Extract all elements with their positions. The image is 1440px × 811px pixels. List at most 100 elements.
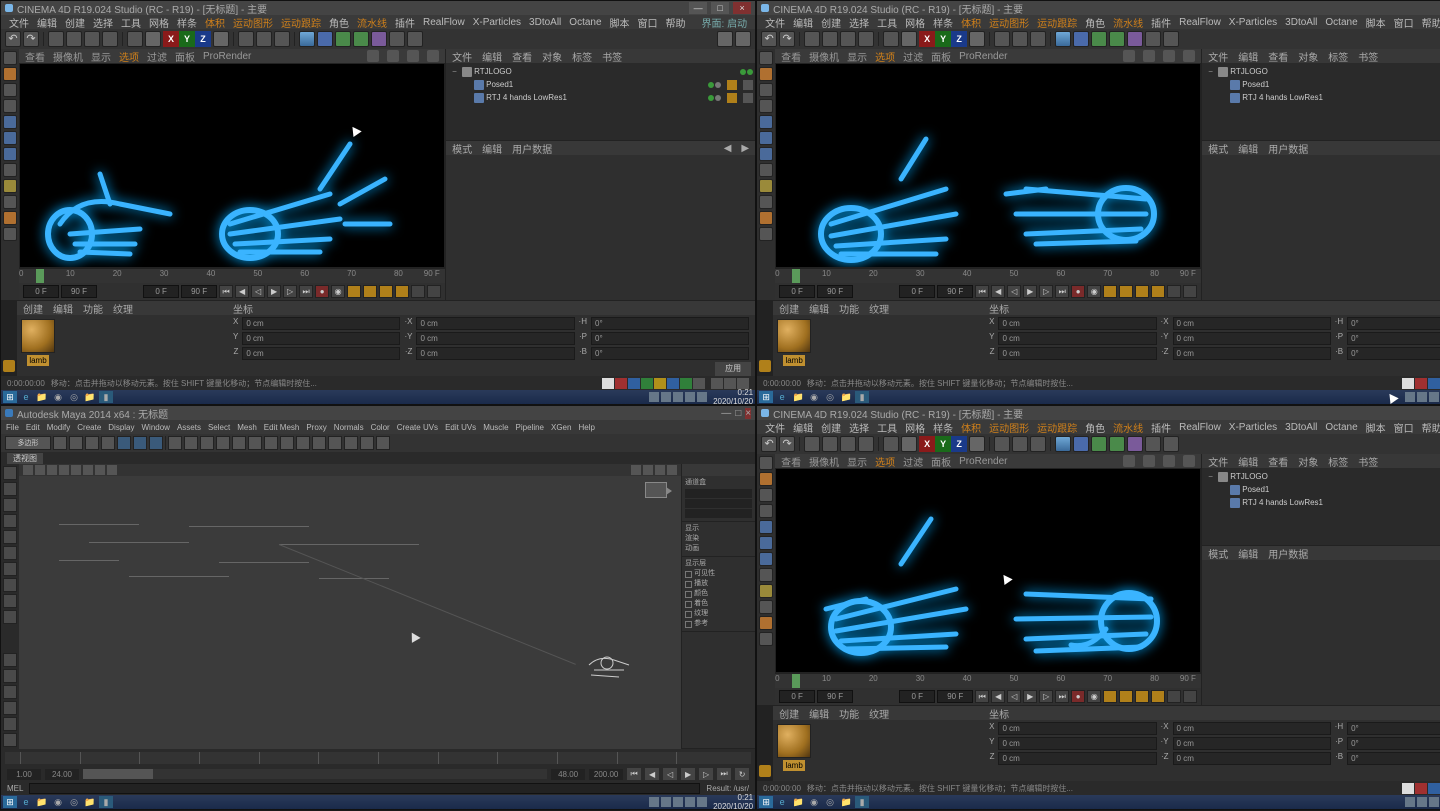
coordinates-manager[interactable]: 坐标 X0 cm ·X0 cm ·H0° Y0 cm ·Y0 cm ·P0° Z… <box>227 301 755 376</box>
scale-tool[interactable] <box>84 31 100 47</box>
menu-pipeline[interactable]: 流水线 <box>357 15 387 30</box>
titlebar[interactable]: CINEMA 4D R19.024 Studio (RC - R19) - [无… <box>1 1 755 15</box>
frame-end2[interactable]: 90 F <box>181 285 217 298</box>
timeline-opts[interactable] <box>427 285 441 298</box>
toolbox[interactable] <box>1 464 19 749</box>
phong-tag-icon[interactable] <box>743 80 753 90</box>
task-folder2[interactable]: 📁 <box>83 391 97 403</box>
vp-camera[interactable]: 摄像机 <box>53 49 83 64</box>
titlebar[interactable]: CINEMA 4D R19.024 Studio (RC - R19) - [无… <box>757 1 1440 15</box>
menu-script[interactable]: 脚本 <box>610 15 630 30</box>
viewport[interactable] <box>19 464 681 749</box>
maximize-button[interactable]: □ <box>711 2 729 14</box>
tree-row-hands[interactable]: RTJ 4 hands LowRes1 <box>448 91 753 104</box>
menu-realflow[interactable]: RealFlow <box>423 17 465 28</box>
workplane-snap[interactable] <box>3 195 17 209</box>
axis-z[interactable]: Z <box>195 31 211 47</box>
start-button[interactable]: ⊞ <box>3 391 17 403</box>
main-menu[interactable]: 文件编辑 创建选择 工具网格 样条体积 运动图形运动跟踪 角色流水线 插件Rea… <box>757 15 1440 29</box>
main-toolbar[interactable]: X Y Z <box>1 29 755 49</box>
attr-nav-back[interactable]: ◀ <box>724 143 732 154</box>
layout-menu[interactable]: 界面: 启动 <box>702 15 748 30</box>
vp-nav-2[interactable] <box>387 50 399 62</box>
render-settings[interactable] <box>274 31 290 47</box>
vp-nav-4[interactable] <box>427 50 439 62</box>
timeline-ruler[interactable]: 0 10 20 30 40 50 60 70 80 90 F <box>19 268 445 283</box>
record-key[interactable]: ● <box>315 285 329 298</box>
frame-current[interactable]: 0 F <box>143 285 179 298</box>
panel-toolbar[interactable] <box>19 464 681 476</box>
mode-toolbar[interactable] <box>757 49 775 300</box>
playhead[interactable] <box>36 269 44 283</box>
viewport[interactable] <box>775 63 1201 268</box>
point-mode[interactable] <box>3 115 17 129</box>
add-generator[interactable] <box>335 31 351 47</box>
titlebar[interactable]: CINEMA 4D R19.024 Studio (RC - R19) - [无… <box>757 406 1440 420</box>
make-editable[interactable] <box>3 51 17 65</box>
menu-octane[interactable]: Octane <box>569 17 601 28</box>
taskbar[interactable]: ⊞ e📁◉ ◎📁▮ 0:21 2020/10/20 <box>757 390 1440 404</box>
add-camera[interactable] <box>389 31 405 47</box>
phong-tag-icon[interactable] <box>743 93 753 103</box>
key-pla[interactable] <box>411 285 425 298</box>
time-slider[interactable] <box>1 749 755 767</box>
transport-bar[interactable]: 0 F 90 F 0 F 90 F ⏮◀◁ ▶▷⏭ ●◉ <box>775 283 1201 300</box>
viewport[interactable] <box>775 468 1201 673</box>
channel-box[interactable]: 通道盒 显示 渲染 动画 显示层 可见性 播放 颜色 着色 纹理 参考 <box>681 464 755 749</box>
apply-button[interactable]: 应用 <box>715 362 751 376</box>
render-view[interactable] <box>238 31 254 47</box>
add-spline[interactable] <box>317 31 333 47</box>
viewport-menu[interactable]: 查看摄像机 显示选项 过滤面板 ProRender <box>775 49 1201 63</box>
task-chrome[interactable]: ◉ <box>51 391 65 403</box>
menu-motrack[interactable]: 运动跟踪 <box>281 15 321 30</box>
tree-row-posed1[interactable]: Posed1 <box>448 78 753 91</box>
axis-x[interactable]: X <box>163 31 179 47</box>
titlebar[interactable]: Autodesk Maya 2014 x64 : 无标题 —□× <box>1 406 755 420</box>
taskbar[interactable]: ⊞ e📁◉ ◎📁▮ 0:21 2020/10/20 <box>1 795 755 809</box>
key-rot[interactable] <box>379 285 393 298</box>
select-tool[interactable] <box>48 31 64 47</box>
step-back[interactable]: ◀ <box>645 768 659 780</box>
object-manager[interactable]: 文件编辑 查看对象 标签书签 −RTJLOGO Posed1 RTJ 4 han… <box>1201 49 1440 300</box>
material-manager[interactable]: 创建编辑功能纹理 lamb <box>773 301 983 376</box>
minimize-button[interactable]: — <box>689 2 707 14</box>
play-back[interactable]: ◁ <box>663 768 677 780</box>
goto-end[interactable]: ⏭ <box>717 768 731 780</box>
main-menu[interactable]: 文件 编辑 创建 选择 工具 网格 样条 体积 运动图形 运动跟踪 角色 流水线… <box>1 15 755 29</box>
move-tool[interactable] <box>3 498 17 512</box>
menu-file[interactable]: 文件 <box>9 15 29 30</box>
layout-icon-2[interactable] <box>735 31 751 47</box>
timeline-ruler[interactable]: 0 10 20 30 40 50 60 70 80 90 F <box>775 268 1201 283</box>
rotate-tool[interactable] <box>3 514 17 528</box>
material-manager[interactable]: 创建 编辑 功能 纹理 lamb <box>17 301 227 376</box>
workplane-mode[interactable] <box>3 99 17 113</box>
vp-view[interactable]: 查看 <box>25 49 45 64</box>
poly-mode[interactable] <box>3 147 17 161</box>
goto-start[interactable]: ⏮ <box>627 768 641 780</box>
step-back[interactable]: ◀ <box>235 285 249 298</box>
vp-display[interactable]: 显示 <box>91 49 111 64</box>
viewport[interactable] <box>19 63 445 268</box>
goto-start[interactable]: ⏮ <box>219 285 233 298</box>
task-obs[interactable]: ◎ <box>67 391 81 403</box>
coord-system[interactable] <box>213 31 229 47</box>
texture-mode[interactable] <box>3 83 17 97</box>
vp-panel[interactable]: 面板 <box>175 49 195 64</box>
menu-select[interactable]: 选择 <box>93 15 113 30</box>
vp-prorender[interactable]: ProRender <box>203 51 251 62</box>
system-tray[interactable] <box>649 392 707 402</box>
model-mode[interactable] <box>3 67 17 81</box>
range-slider[interactable]: 1.00 24.00 48.00 200.00 ⏮ ◀ ◁ ▶ ▷ ⏭ ↻ <box>1 767 755 781</box>
frame-start[interactable]: 0 F <box>23 285 59 298</box>
frame-end[interactable]: 90 F <box>61 285 97 298</box>
tree-row-rtjlogo[interactable]: − RTJLOGO <box>448 65 753 78</box>
menu-mesh[interactable]: 网格 <box>149 15 169 30</box>
goto-end[interactable]: ⏭ <box>299 285 313 298</box>
material-tag-icon[interactable] <box>727 80 737 90</box>
snap-toggle[interactable] <box>3 179 17 193</box>
menu-character[interactable]: 角色 <box>329 15 349 30</box>
layout-icon[interactable] <box>717 31 733 47</box>
autokey[interactable]: ◉ <box>331 285 345 298</box>
status-line[interactable]: 多边形 <box>1 434 755 452</box>
menu-mograph[interactable]: 运动图形 <box>233 15 273 30</box>
